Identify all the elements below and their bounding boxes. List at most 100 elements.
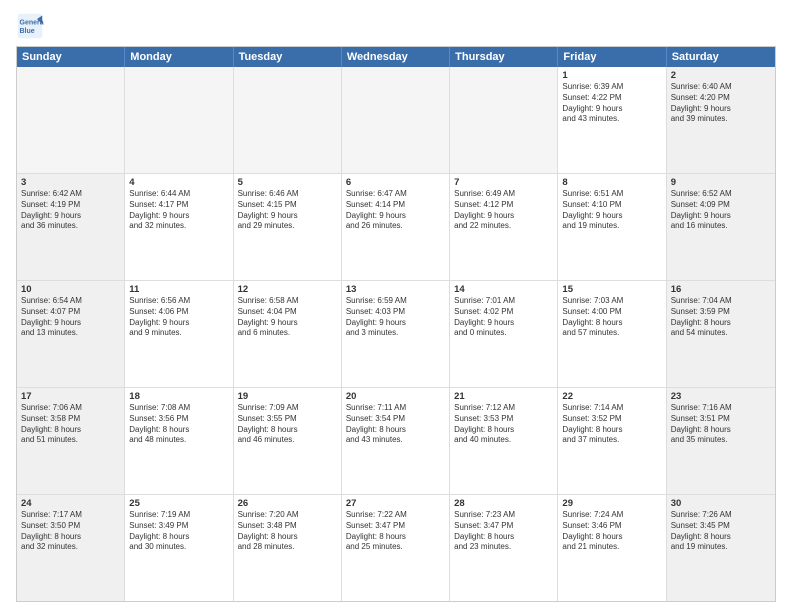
day-number: 7 [454, 177, 553, 188]
calendar-cell: 21Sunrise: 7:12 AM Sunset: 3:53 PM Dayli… [450, 388, 558, 494]
day-number: 5 [238, 177, 337, 188]
cell-details: Sunrise: 6:51 AM Sunset: 4:10 PM Dayligh… [562, 189, 661, 232]
svg-text:Blue: Blue [20, 28, 35, 35]
calendar-header: SundayMondayTuesdayWednesdayThursdayFrid… [17, 47, 775, 67]
day-number: 18 [129, 391, 228, 402]
cell-details: Sunrise: 6:40 AM Sunset: 4:20 PM Dayligh… [671, 82, 771, 125]
day-number: 27 [346, 498, 445, 509]
header: General Blue [16, 12, 776, 40]
calendar-cell: 4Sunrise: 6:44 AM Sunset: 4:17 PM Daylig… [125, 174, 233, 280]
calendar-cell: 5Sunrise: 6:46 AM Sunset: 4:15 PM Daylig… [234, 174, 342, 280]
calendar-cell: 22Sunrise: 7:14 AM Sunset: 3:52 PM Dayli… [558, 388, 666, 494]
header-day-monday: Monday [125, 47, 233, 67]
cell-details: Sunrise: 7:03 AM Sunset: 4:00 PM Dayligh… [562, 296, 661, 339]
calendar-cell: 10Sunrise: 6:54 AM Sunset: 4:07 PM Dayli… [17, 281, 125, 387]
cell-details: Sunrise: 6:39 AM Sunset: 4:22 PM Dayligh… [562, 82, 661, 125]
cell-details: Sunrise: 6:54 AM Sunset: 4:07 PM Dayligh… [21, 296, 120, 339]
calendar-cell [342, 67, 450, 173]
cell-details: Sunrise: 7:23 AM Sunset: 3:47 PM Dayligh… [454, 510, 553, 553]
day-number: 28 [454, 498, 553, 509]
cell-details: Sunrise: 7:11 AM Sunset: 3:54 PM Dayligh… [346, 403, 445, 446]
day-number: 1 [562, 70, 661, 81]
day-number: 25 [129, 498, 228, 509]
calendar-cell: 14Sunrise: 7:01 AM Sunset: 4:02 PM Dayli… [450, 281, 558, 387]
calendar: SundayMondayTuesdayWednesdayThursdayFrid… [16, 46, 776, 602]
calendar-cell: 16Sunrise: 7:04 AM Sunset: 3:59 PM Dayli… [667, 281, 775, 387]
cell-details: Sunrise: 6:49 AM Sunset: 4:12 PM Dayligh… [454, 189, 553, 232]
calendar-cell: 3Sunrise: 6:42 AM Sunset: 4:19 PM Daylig… [17, 174, 125, 280]
day-number: 15 [562, 284, 661, 295]
calendar-cell: 29Sunrise: 7:24 AM Sunset: 3:46 PM Dayli… [558, 495, 666, 601]
calendar-cell [450, 67, 558, 173]
day-number: 22 [562, 391, 661, 402]
header-day-saturday: Saturday [667, 47, 775, 67]
calendar-body: 1Sunrise: 6:39 AM Sunset: 4:22 PM Daylig… [17, 67, 775, 601]
day-number: 12 [238, 284, 337, 295]
cell-details: Sunrise: 7:06 AM Sunset: 3:58 PM Dayligh… [21, 403, 120, 446]
day-number: 26 [238, 498, 337, 509]
calendar-cell: 24Sunrise: 7:17 AM Sunset: 3:50 PM Dayli… [17, 495, 125, 601]
cell-details: Sunrise: 6:56 AM Sunset: 4:06 PM Dayligh… [129, 296, 228, 339]
day-number: 24 [21, 498, 120, 509]
day-number: 11 [129, 284, 228, 295]
calendar-cell [17, 67, 125, 173]
calendar-row-5: 24Sunrise: 7:17 AM Sunset: 3:50 PM Dayli… [17, 495, 775, 601]
calendar-cell: 17Sunrise: 7:06 AM Sunset: 3:58 PM Dayli… [17, 388, 125, 494]
calendar-cell: 1Sunrise: 6:39 AM Sunset: 4:22 PM Daylig… [558, 67, 666, 173]
header-day-wednesday: Wednesday [342, 47, 450, 67]
day-number: 13 [346, 284, 445, 295]
cell-details: Sunrise: 7:08 AM Sunset: 3:56 PM Dayligh… [129, 403, 228, 446]
cell-details: Sunrise: 7:22 AM Sunset: 3:47 PM Dayligh… [346, 510, 445, 553]
cell-details: Sunrise: 7:12 AM Sunset: 3:53 PM Dayligh… [454, 403, 553, 446]
cell-details: Sunrise: 7:09 AM Sunset: 3:55 PM Dayligh… [238, 403, 337, 446]
cell-details: Sunrise: 7:17 AM Sunset: 3:50 PM Dayligh… [21, 510, 120, 553]
calendar-cell: 13Sunrise: 6:59 AM Sunset: 4:03 PM Dayli… [342, 281, 450, 387]
day-number: 17 [21, 391, 120, 402]
cell-details: Sunrise: 6:58 AM Sunset: 4:04 PM Dayligh… [238, 296, 337, 339]
calendar-cell: 2Sunrise: 6:40 AM Sunset: 4:20 PM Daylig… [667, 67, 775, 173]
calendar-cell: 12Sunrise: 6:58 AM Sunset: 4:04 PM Dayli… [234, 281, 342, 387]
calendar-cell: 6Sunrise: 6:47 AM Sunset: 4:14 PM Daylig… [342, 174, 450, 280]
day-number: 23 [671, 391, 771, 402]
calendar-cell: 25Sunrise: 7:19 AM Sunset: 3:49 PM Dayli… [125, 495, 233, 601]
cell-details: Sunrise: 7:16 AM Sunset: 3:51 PM Dayligh… [671, 403, 771, 446]
day-number: 19 [238, 391, 337, 402]
cell-details: Sunrise: 6:59 AM Sunset: 4:03 PM Dayligh… [346, 296, 445, 339]
calendar-cell [125, 67, 233, 173]
day-number: 8 [562, 177, 661, 188]
calendar-cell: 26Sunrise: 7:20 AM Sunset: 3:48 PM Dayli… [234, 495, 342, 601]
cell-details: Sunrise: 6:52 AM Sunset: 4:09 PM Dayligh… [671, 189, 771, 232]
calendar-cell: 27Sunrise: 7:22 AM Sunset: 3:47 PM Dayli… [342, 495, 450, 601]
calendar-cell: 15Sunrise: 7:03 AM Sunset: 4:00 PM Dayli… [558, 281, 666, 387]
header-day-thursday: Thursday [450, 47, 558, 67]
calendar-cell: 18Sunrise: 7:08 AM Sunset: 3:56 PM Dayli… [125, 388, 233, 494]
calendar-row-3: 10Sunrise: 6:54 AM Sunset: 4:07 PM Dayli… [17, 281, 775, 388]
calendar-row-1: 1Sunrise: 6:39 AM Sunset: 4:22 PM Daylig… [17, 67, 775, 174]
day-number: 4 [129, 177, 228, 188]
day-number: 2 [671, 70, 771, 81]
cell-details: Sunrise: 6:46 AM Sunset: 4:15 PM Dayligh… [238, 189, 337, 232]
day-number: 10 [21, 284, 120, 295]
cell-details: Sunrise: 7:14 AM Sunset: 3:52 PM Dayligh… [562, 403, 661, 446]
cell-details: Sunrise: 7:20 AM Sunset: 3:48 PM Dayligh… [238, 510, 337, 553]
calendar-cell [234, 67, 342, 173]
cell-details: Sunrise: 6:47 AM Sunset: 4:14 PM Dayligh… [346, 189, 445, 232]
calendar-row-2: 3Sunrise: 6:42 AM Sunset: 4:19 PM Daylig… [17, 174, 775, 281]
calendar-cell: 19Sunrise: 7:09 AM Sunset: 3:55 PM Dayli… [234, 388, 342, 494]
calendar-row-4: 17Sunrise: 7:06 AM Sunset: 3:58 PM Dayli… [17, 388, 775, 495]
page: General Blue SundayMondayTuesdayWednesda… [0, 0, 792, 612]
calendar-cell: 30Sunrise: 7:26 AM Sunset: 3:45 PM Dayli… [667, 495, 775, 601]
calendar-cell: 11Sunrise: 6:56 AM Sunset: 4:06 PM Dayli… [125, 281, 233, 387]
calendar-cell: 23Sunrise: 7:16 AM Sunset: 3:51 PM Dayli… [667, 388, 775, 494]
cell-details: Sunrise: 7:19 AM Sunset: 3:49 PM Dayligh… [129, 510, 228, 553]
day-number: 20 [346, 391, 445, 402]
header-day-sunday: Sunday [17, 47, 125, 67]
day-number: 29 [562, 498, 661, 509]
header-day-tuesday: Tuesday [234, 47, 342, 67]
calendar-cell: 8Sunrise: 6:51 AM Sunset: 4:10 PM Daylig… [558, 174, 666, 280]
cell-details: Sunrise: 7:24 AM Sunset: 3:46 PM Dayligh… [562, 510, 661, 553]
calendar-cell: 7Sunrise: 6:49 AM Sunset: 4:12 PM Daylig… [450, 174, 558, 280]
cell-details: Sunrise: 7:04 AM Sunset: 3:59 PM Dayligh… [671, 296, 771, 339]
day-number: 21 [454, 391, 553, 402]
day-number: 3 [21, 177, 120, 188]
